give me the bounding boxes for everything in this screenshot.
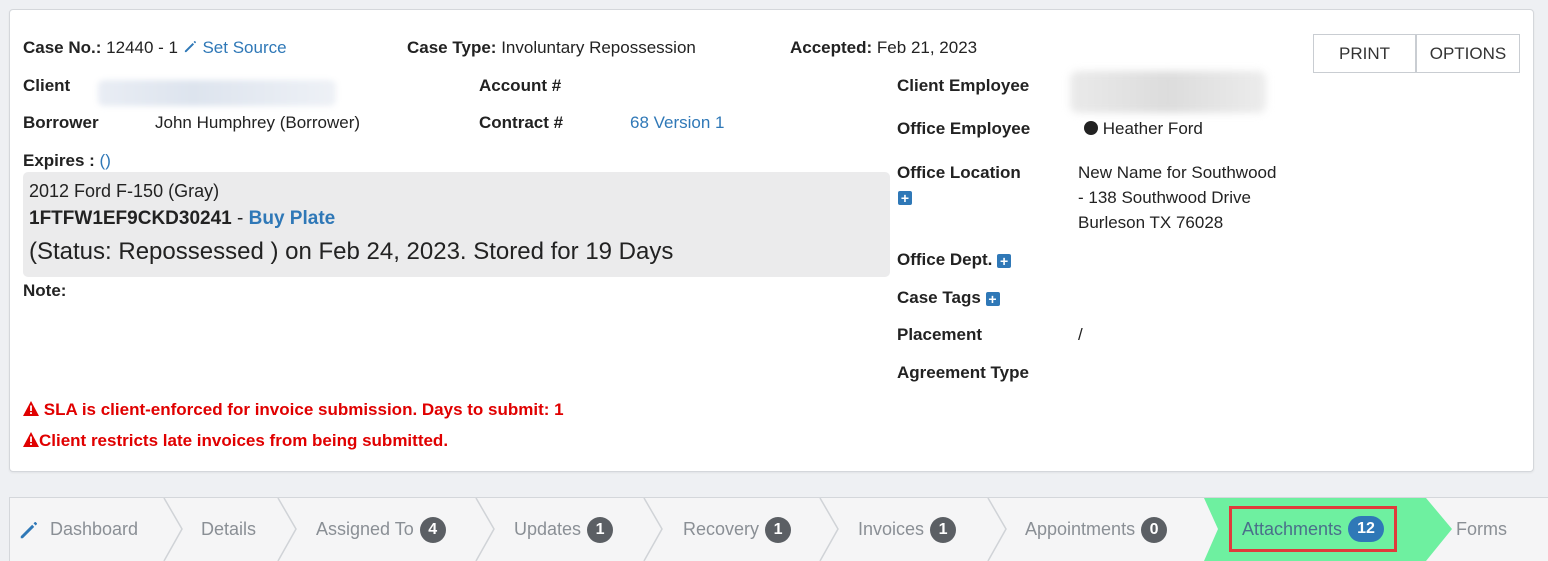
- add-office-location-icon[interactable]: +: [898, 191, 912, 205]
- tab-attachments[interactable]: Attachments 12: [1229, 506, 1398, 552]
- tab-separator: [277, 498, 297, 561]
- borrower-value: John Humphrey (Borrower): [155, 113, 361, 132]
- note-label: Note:: [23, 281, 67, 300]
- warning-icon: [23, 400, 39, 420]
- tab-invoices[interactable]: Invoices 1: [858, 498, 957, 561]
- tab-count-badge: 1: [930, 516, 957, 543]
- tab-separator: [475, 498, 495, 561]
- buy-plate-link[interactable]: Buy Plate: [249, 208, 336, 229]
- case-type: Case Type: Involuntary Repossession: [407, 38, 696, 57]
- case-tab-bar: Dashboard Details Assigned To 4 Updates …: [9, 497, 1548, 561]
- tab-assigned-to[interactable]: Assigned To 4: [316, 498, 446, 561]
- print-button[interactable]: PRINT: [1313, 34, 1416, 73]
- add-case-tag-icon[interactable]: +: [985, 291, 1000, 306]
- warning-icon: [23, 431, 39, 451]
- late-invoice-warning: Client restricts late invoices from bein…: [23, 431, 448, 451]
- tab-updates[interactable]: Updates 1: [514, 498, 614, 561]
- tab-count-badge: 1: [765, 516, 792, 543]
- tab-forms[interactable]: Forms: [1456, 498, 1507, 561]
- office-employee-label: Office Employee: [897, 119, 1031, 138]
- office-employee-value: Heather Ford: [1084, 119, 1203, 139]
- tab-separator: [987, 498, 1007, 561]
- tab-count-badge: 0: [1141, 516, 1168, 543]
- accepted-date: Accepted: Feb 21, 2023: [790, 38, 978, 57]
- vin-number: 1FTFW1EF9CKD30241: [29, 208, 232, 229]
- agreement-type-label: Agreement Type: [897, 363, 1029, 382]
- placement-value: /: [1078, 325, 1083, 344]
- client-label: Client: [23, 76, 71, 95]
- contract-label: Contract #: [479, 113, 564, 132]
- placement-label: Placement: [897, 325, 983, 344]
- client-employee-label: Client Employee: [897, 76, 1030, 95]
- office-location-line1: New Name for Southwood: [1078, 163, 1277, 182]
- office-dept: Office Dept. +: [897, 250, 1012, 270]
- client-value-redacted: [98, 80, 336, 106]
- case-number: Case No.: 12440 - 1 Set Source: [23, 38, 287, 57]
- tab-separator: [819, 498, 839, 561]
- office-location-line3: Burleson TX 76028: [1078, 213, 1224, 232]
- expires: Expires : (): [23, 151, 111, 170]
- add-office-dept-icon[interactable]: +: [997, 253, 1012, 268]
- tab-separator: [643, 498, 663, 561]
- edit-pencil-icon[interactable]: [183, 38, 203, 57]
- tab-recovery[interactable]: Recovery 1: [683, 498, 792, 561]
- sla-warning: SLA is client-enforced for invoice submi…: [23, 400, 564, 420]
- vehicle-description: 2012 Ford F-150 (Gray): [29, 181, 220, 201]
- account-label: Account #: [479, 76, 562, 95]
- client-employee-value-redacted: [1070, 71, 1266, 113]
- office-location-line2: - 138 Southwood Drive: [1078, 188, 1251, 207]
- pencil-icon: [18, 518, 40, 540]
- status-dot-icon: [1084, 121, 1098, 135]
- options-button[interactable]: OPTIONS: [1416, 34, 1520, 73]
- vehicle-status: (Status: Repossessed ) on Feb 24, 2023. …: [29, 238, 674, 265]
- office-location-label: Office Location: [897, 163, 1021, 182]
- case-summary-card: Case No.: 12440 - 1 Set Source Case Type…: [9, 9, 1534, 472]
- tab-count-badge: 1: [587, 516, 614, 543]
- vin-line: 1FTFW1EF9CKD30241 - Buy Plate: [29, 208, 336, 229]
- tab-dashboard[interactable]: Dashboard: [18, 498, 138, 561]
- tab-count-badge: 12: [1348, 516, 1385, 542]
- set-source-link[interactable]: Set Source: [202, 38, 286, 57]
- tab-details[interactable]: Details: [201, 498, 256, 561]
- case-tags: Case Tags +: [897, 288, 1000, 308]
- contract-link[interactable]: 68 Version 1: [630, 113, 725, 133]
- vehicle-info-box: 2012 Ford F-150 (Gray) 1FTFW1EF9CKD30241…: [23, 172, 890, 277]
- tab-separator: [163, 498, 183, 561]
- expires-link[interactable]: (): [100, 151, 111, 170]
- borrower-label: Borrower: [23, 113, 99, 132]
- tab-count-badge: 4: [419, 516, 446, 543]
- tab-appointments[interactable]: Appointments 0: [1025, 498, 1168, 561]
